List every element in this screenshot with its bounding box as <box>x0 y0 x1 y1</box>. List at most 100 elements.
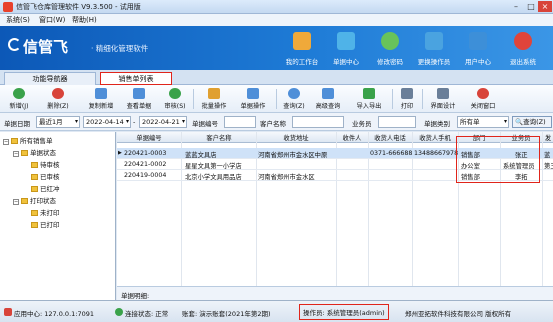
switch-operator-button[interactable]: 更换操作员 <box>412 28 456 68</box>
date-to-input[interactable]: 2022-04-21 <box>139 116 187 128</box>
filter-bar: 单据日期 最近1月 2022-04-14 - 2022-04-21 单据编号 客… <box>0 113 553 131</box>
app-icon <box>3 2 13 12</box>
query-filter-label: 查询(Z) <box>523 118 546 126</box>
date-range-select[interactable]: 最近1月 <box>36 116 80 128</box>
approve-label: 审核(S) <box>164 103 186 110</box>
date-from-input[interactable]: 2022-04-14 <box>83 116 131 128</box>
maximize-icon[interactable]: □ <box>524 1 538 12</box>
approve-icon <box>169 88 181 99</box>
import-export-label: 导入导出 <box>356 103 382 110</box>
toolbar-separator <box>422 89 423 109</box>
client-input[interactable] <box>292 116 344 128</box>
salesman-input[interactable] <box>378 116 416 128</box>
cell-address: 河南省郑州市金水区中原 <box>258 152 328 159</box>
status-operator: 操作员: 系统管理员(admin) <box>299 304 389 320</box>
tree-item-approved[interactable]: 已审核 <box>31 172 60 182</box>
menu-window[interactable]: 窗口(W) <box>39 15 65 25</box>
copy-new-button[interactable]: 复制新增 <box>84 87 118 111</box>
close-window-button[interactable]: 关闭窗口 <box>466 87 500 111</box>
col-header-recipient[interactable]: 收件人 <box>337 133 367 142</box>
category-tree: − 所有销售单 − 单据状态 待审核 已审核 已红冲 − 打印状态 未打印 已打印 <box>0 132 116 300</box>
document-operation-button[interactable]: 单据操作 <box>234 87 272 111</box>
approve-button[interactable]: 审核(S) <box>160 87 190 111</box>
app-center-icon <box>4 308 12 316</box>
minimize-icon[interactable]: – <box>509 1 523 12</box>
exit-system-label: 退出系统 <box>510 58 536 66</box>
interface-design-button[interactable]: 界面设计 <box>426 87 460 111</box>
docno-input[interactable] <box>224 116 256 128</box>
query-button[interactable]: 查询(Z) <box>280 87 308 111</box>
print-button[interactable]: 打印 <box>396 87 418 111</box>
collapse-icon[interactable]: − <box>13 151 19 157</box>
tree-item-pending[interactable]: 待审核 <box>31 160 60 170</box>
type-select[interactable]: 所有单 <box>457 116 509 128</box>
cell-extra: 蓝 <box>544 152 551 159</box>
exit-system-button[interactable]: 退出系统 <box>501 28 545 68</box>
menu-help[interactable]: 帮助(H) <box>72 15 97 25</box>
cell-client: 蓝蓝文具店 <box>185 152 217 159</box>
view-document-label: 查看单据 <box>126 103 152 110</box>
import-export-button[interactable]: 导入导出 <box>350 87 388 111</box>
advanced-query-button[interactable]: 高级查询 <box>311 87 345 111</box>
query-filter-button[interactable]: 🔍查询(Z) <box>512 116 552 128</box>
col-header-docno[interactable]: 单据编号 <box>127 133 171 142</box>
col-header-extra[interactable]: 发 <box>543 133 553 142</box>
tree-item-printed[interactable]: 已打印 <box>31 220 60 230</box>
tree-group-print-status[interactable]: − 打印状态 <box>13 196 56 206</box>
change-password-button[interactable]: 修改密码 <box>368 28 412 68</box>
tab-function-navigator[interactable]: 功能导航器 <box>4 72 96 85</box>
status-company: 郑州亚拓软件科技有限公司 版权所有 <box>405 310 512 318</box>
document-center-button[interactable]: 单据中心 <box>324 28 368 68</box>
col-header-client[interactable]: 客户名称 <box>183 133 255 142</box>
tree-item-label: 待审核 <box>40 161 60 169</box>
banner: 信管飞 · 精细化管理软件 我的工作台 单据中心 修改密码 更换操作员 用户中心… <box>0 26 553 70</box>
folder-icon <box>21 150 28 156</box>
user-center-button[interactable]: 用户中心 <box>456 28 500 68</box>
close-icon[interactable]: × <box>538 1 552 12</box>
add-button[interactable]: 新增(J) <box>6 87 32 111</box>
toolbar-separator <box>276 89 277 109</box>
date-separator: - <box>133 118 136 126</box>
view-document-button[interactable]: 查看单据 <box>122 87 156 111</box>
my-workbench-button[interactable]: 我的工作台 <box>280 28 324 68</box>
date-label: 单据日期 <box>4 120 30 128</box>
monitor-icon <box>293 32 311 50</box>
folder-icon <box>31 222 38 228</box>
cell-docno: 220421-0002 <box>124 161 167 168</box>
tree-group-doc-status[interactable]: − 单据状态 <box>13 148 56 158</box>
col-header-mobile[interactable]: 收货人手机 <box>413 133 457 142</box>
cell-client: 星星文具第一小学店 <box>185 163 242 170</box>
client-label: 客户名称 <box>260 120 286 128</box>
copy-icon <box>95 88 107 99</box>
row-pointer-icon: ▶ <box>118 150 122 156</box>
document-icon <box>337 32 355 50</box>
collapse-icon[interactable]: − <box>13 199 19 205</box>
status-bar: 应用中心: 127.0.0.1:7091 连接状态: 正常 账套: 演示账套(2… <box>0 300 553 322</box>
menu-system[interactable]: 系统(S) <box>6 15 30 25</box>
window-title: 信管飞仓库管理软件 V9.3.500 - 试用版 <box>16 3 141 11</box>
collapse-icon[interactable]: − <box>3 139 9 145</box>
status-account: 账套: 演示账套(2021年第2期) <box>182 310 271 318</box>
slogan: · 精细化管理软件 <box>91 44 149 53</box>
delete-button[interactable]: 删除(Z) <box>44 87 72 111</box>
delete-icon <box>52 88 64 99</box>
folder-icon <box>21 198 28 204</box>
tab-sales-list[interactable]: 销售单列表 <box>100 72 172 85</box>
detail-label: 单据明细: <box>121 292 150 300</box>
cell-mobile: 13488667978 <box>414 150 458 157</box>
cell-address: 河南省郑州市金水区 <box>258 174 315 181</box>
tree-item-not-printed[interactable]: 未打印 <box>31 208 60 218</box>
col-header-address[interactable]: 收货地址 <box>257 133 335 142</box>
batch-operation-button[interactable]: 批量操作 <box>197 87 231 111</box>
col-header-phone[interactable]: 收货人电话 <box>369 133 411 142</box>
power-icon <box>514 32 532 50</box>
connection-icon <box>115 308 123 316</box>
tree-item-reversed[interactable]: 已红冲 <box>31 184 60 194</box>
tree-root[interactable]: − 所有销售单 <box>3 136 53 146</box>
cell-docno: 220421-0003 <box>124 150 167 157</box>
import-export-icon <box>363 88 375 99</box>
tree-root-label: 所有销售单 <box>20 137 53 145</box>
docno-label: 单据编号 <box>192 120 218 128</box>
batch-icon <box>208 88 220 99</box>
close-window-icon <box>477 88 489 99</box>
